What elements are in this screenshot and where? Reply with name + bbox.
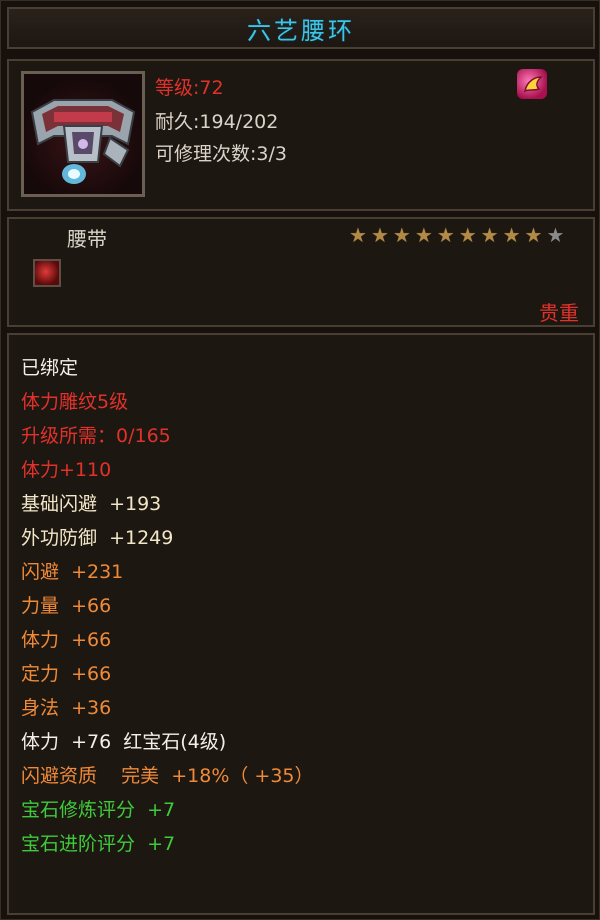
attribute-line: 体力+110 [21, 459, 112, 481]
attribute-line: 升级所需：0/165 [21, 425, 171, 447]
level-requirement: 等级:72 [155, 77, 224, 99]
attribute-line: 闪避 +231 [21, 561, 124, 583]
attribute-line: 宝石修炼评分 +7 [21, 799, 176, 821]
attributes-panel: 已绑定 体力雕纹5级 升级所需：0/165 体力+110 基础闪避 +193 外… [7, 333, 595, 915]
item-type: 腰带 [67, 227, 107, 251]
attribute-line: 体力 +66 [21, 629, 112, 651]
star-icon: ★ [458, 223, 477, 247]
star-icon: ★ [502, 223, 521, 247]
item-header-panel: 等级:72 耐久:194/202 可修理次数:3/3 [7, 59, 595, 211]
class-emblem-icon [517, 69, 547, 99]
star-icon: ★ [436, 223, 455, 247]
star-rating: ★ ★ ★ ★ ★ ★ ★ ★ ★ ★ [349, 225, 564, 245]
attribute-line: 基础闪避 +193 [21, 493, 162, 515]
star-icon: ★ [480, 223, 499, 247]
attribute-line: 体力 +76 红宝石(4级) [21, 731, 227, 753]
attribute-line: 外功防御 +1249 [21, 527, 174, 549]
attribute-list: 已绑定 体力雕纹5级 升级所需：0/165 体力+110 基础闪避 +193 外… [21, 351, 314, 861]
star-empty-icon: ★ [546, 223, 565, 247]
star-icon: ★ [370, 223, 389, 247]
title-bar: 六艺腰环 [7, 7, 595, 49]
red-gem-icon [33, 259, 61, 287]
attribute-line: 定力 +66 [21, 663, 112, 685]
star-icon: ★ [392, 223, 411, 247]
star-icon: ★ [524, 223, 543, 247]
item-tooltip: 六艺腰环 等级:72 耐久:194/202 可修理次数:3/3 腰带 ★ ★ ★… [0, 0, 600, 920]
belt-item-icon [21, 71, 145, 197]
star-icon: ★ [414, 223, 433, 247]
repair-count: 可修理次数:3/3 [155, 143, 287, 165]
attribute-line: 闪避资质 完美 +18%（ +35） [21, 765, 314, 787]
star-icon: ★ [349, 223, 367, 247]
rarity-label: 贵重 [539, 301, 579, 325]
item-name: 六艺腰环 [247, 16, 355, 45]
durability: 耐久:194/202 [155, 111, 279, 133]
item-type-panel: 腰带 ★ ★ ★ ★ ★ ★ ★ ★ ★ ★ 贵重 [7, 217, 595, 327]
attribute-line: 体力雕纹5级 [21, 391, 129, 413]
attribute-line: 已绑定 [21, 357, 79, 379]
attribute-line: 宝石进阶评分 +7 [21, 833, 176, 855]
attribute-line: 身法 +36 [21, 697, 112, 719]
attribute-line: 力量 +66 [21, 595, 112, 617]
